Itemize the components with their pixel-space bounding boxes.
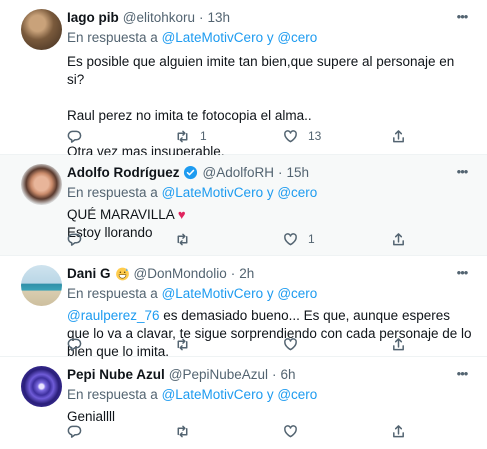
retweet-icon (177, 425, 188, 437)
reply-icon (67, 425, 82, 438)
like-count: 1 (308, 232, 315, 246)
like-button[interactable]: 1 (283, 232, 315, 247)
retweet-count: 1 (200, 129, 207, 143)
share-button[interactable] (391, 337, 406, 352)
tweet-dani-g[interactable]: Dani G @DonMondolio · 2h ••• En respuest… (0, 256, 487, 359)
author-name[interactable]: Dani G (67, 266, 111, 281)
reply-context: En respuesta a @LateMotivCero y @cero (67, 29, 473, 47)
author-handle[interactable]: @DonMondolio (134, 266, 227, 281)
reply-icon (67, 130, 82, 143)
share-icon (393, 337, 404, 350)
tweet-pepi-nube-azul[interactable]: Pepi Nube Azul @PepiNubeAzul · 6h ••• En… (0, 357, 487, 449)
like-button[interactable] (283, 337, 308, 352)
heart-outline-icon (284, 232, 297, 245)
tweet-actions (67, 421, 473, 441)
tweet-text-line: Raul perez no imita te fotocopia el alma… (67, 108, 312, 123)
author-handle[interactable]: @elitohkoru (123, 10, 195, 25)
more-options-icon[interactable]: ••• (451, 263, 473, 281)
like-button[interactable]: 13 (283, 129, 321, 144)
reply-to-link[interactable]: @LateMotivCero y @cero (162, 30, 318, 45)
separator-dot: · (277, 164, 283, 180)
heart-outline-icon (284, 424, 297, 437)
reply-context: En respuesta a @LateMotivCero y @cero (67, 285, 473, 303)
tweet-actions (67, 334, 473, 354)
reply-prefix: En respuesta a (67, 286, 158, 301)
more-options-icon[interactable]: ••• (451, 7, 473, 25)
share-icon (393, 129, 404, 142)
more-options-icon[interactable]: ••• (451, 364, 473, 382)
tweet-time[interactable]: 13h (208, 10, 231, 25)
verified-badge-icon (184, 165, 198, 179)
separator-dot: · (199, 9, 204, 25)
tweet-iago-pib[interactable]: Iago pib @elitohkoru · 13h ••• En respue… (0, 0, 487, 159)
reply-prefix: En respuesta a (67, 30, 158, 45)
reply-prefix: En respuesta a (67, 387, 158, 402)
retweet-icon (177, 233, 188, 245)
reply-to-link[interactable]: @LateMotivCero y @cero (162, 286, 318, 301)
tweet-actions: 1 (67, 229, 473, 249)
share-button[interactable] (391, 232, 406, 247)
avatar-adolfo-rodriguez[interactable] (21, 164, 62, 205)
like-count: 13 (308, 129, 322, 143)
heart-outline-icon (284, 129, 297, 142)
retweet-icon (177, 130, 188, 142)
separator-dot: · (272, 366, 277, 382)
tweet-actions: 1 13 (67, 126, 473, 146)
heart-outline-icon (284, 337, 297, 350)
reply-context: En respuesta a @LateMotivCero y @cero (67, 184, 473, 202)
reply-button[interactable] (67, 424, 92, 439)
tweet-time[interactable]: 2h (239, 266, 254, 281)
reply-button[interactable] (67, 232, 92, 247)
like-button[interactable] (283, 424, 308, 439)
avatar-dani-g[interactable] (21, 265, 62, 306)
share-icon (393, 232, 404, 245)
grinning-sweat-emoji-icon (115, 267, 129, 280)
author-name[interactable]: Iago pib (67, 10, 119, 25)
reply-context: En respuesta a @LateMotivCero y @cero (67, 386, 473, 404)
tweet-time[interactable]: 6h (281, 367, 296, 382)
mention-link[interactable]: @raulperez_76 (67, 308, 160, 323)
reply-icon (67, 338, 82, 351)
tweet-adolfo-rodriguez[interactable]: Adolfo Rodríguez @AdolfoRH · 15h ••• En … (0, 155, 487, 256)
author-handle[interactable]: @PepiNubeAzul (169, 367, 268, 382)
author-handle[interactable]: @AdolfoRH (202, 165, 273, 180)
retweet-button[interactable] (175, 232, 200, 247)
avatar-pepi-nube-azul[interactable] (21, 366, 62, 407)
share-button[interactable] (391, 424, 406, 439)
reply-to-link[interactable]: @LateMotivCero y @cero (162, 387, 318, 402)
more-options-icon[interactable]: ••• (451, 162, 473, 180)
tweet-time[interactable]: 15h (286, 165, 309, 180)
reply-to-link[interactable]: @LateMotivCero y @cero (162, 185, 318, 200)
retweet-button[interactable]: 1 (175, 129, 207, 144)
author-name[interactable]: Pepi Nube Azul (67, 367, 165, 382)
tweet-text-content: QUÉ MARAVILLA (67, 207, 175, 222)
avatar-iago-pib[interactable] (21, 9, 62, 50)
reply-icon (67, 233, 82, 246)
reply-prefix: En respuesta a (67, 185, 158, 200)
tweet-text-line: QUÉ MARAVILLA ♥ (67, 206, 473, 224)
separator-dot: · (230, 265, 236, 281)
share-icon (393, 424, 404, 437)
retweet-button[interactable] (175, 337, 200, 352)
retweet-icon (177, 338, 188, 350)
share-button[interactable] (391, 129, 406, 144)
reply-button[interactable] (67, 129, 92, 144)
red-heart-emoji-icon: ♥ (177, 207, 186, 222)
retweet-button[interactable] (175, 424, 200, 439)
reply-button[interactable] (67, 337, 92, 352)
tweet-text-line: Es posible que alguien imite tan bien,qu… (67, 54, 455, 87)
author-name[interactable]: Adolfo Rodríguez (67, 165, 179, 180)
